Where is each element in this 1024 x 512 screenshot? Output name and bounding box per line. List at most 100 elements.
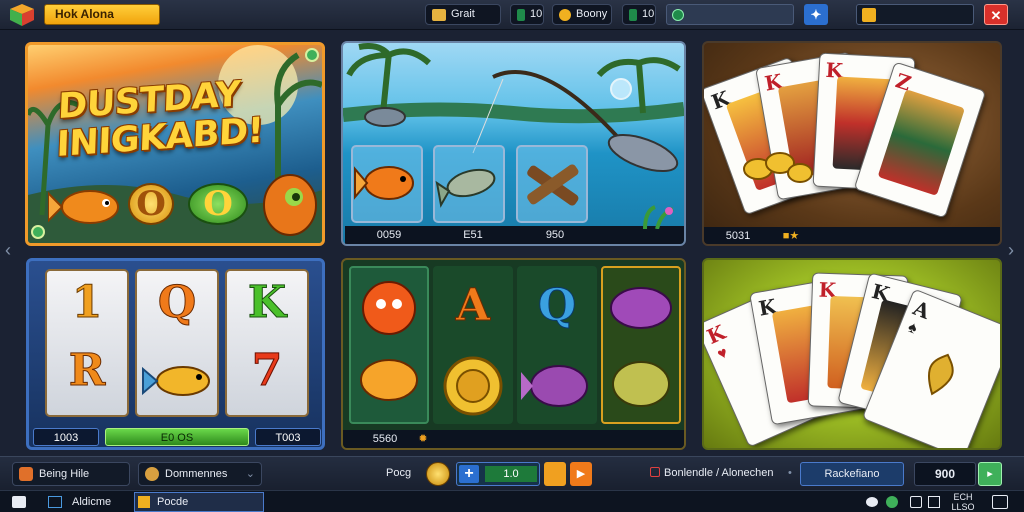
add-funds-button[interactable]: ▸ (978, 462, 1002, 486)
corner-gem-icon (31, 225, 45, 239)
card-art-icon (877, 89, 965, 196)
stat-1: 0059 (376, 229, 402, 241)
bonus-icon[interactable] (544, 462, 566, 486)
reel-3: K 7 (225, 269, 309, 417)
volume-icon[interactable] (910, 496, 922, 508)
purple-fish-icon (521, 365, 588, 407)
scroll-right-icon[interactable]: › (1008, 240, 1014, 261)
spade-suit-icon: ♠ (905, 318, 920, 338)
dommennes-label: Dommennes (165, 468, 228, 480)
being-hile-label: Being Hile (39, 468, 90, 480)
cards-value-bar: 5031 ■★ (704, 227, 1000, 244)
chevron-down-icon: ⌄ (245, 468, 255, 480)
fishing-stat-bar: 0059 E51 950 (345, 226, 684, 244)
bar-icon (517, 8, 525, 21)
fish-column-1 (349, 266, 429, 424)
window-icon[interactable] (48, 496, 62, 508)
letter-column-a: A (433, 266, 513, 424)
corner-gem-icon (305, 48, 319, 62)
orange-fish-face-icon (263, 174, 317, 236)
clock[interactable]: ECH LLSO (948, 492, 978, 512)
star-icon: ✹ (418, 433, 428, 445)
provider-field[interactable]: Rackefiano (800, 462, 904, 486)
orange-fish-faces-icon (360, 281, 418, 401)
game-cube-logo-icon[interactable] (8, 3, 36, 27)
slot-letter: A (455, 280, 491, 332)
heart-suit-icon: ♥ (714, 344, 731, 364)
reel-symbol: 1 (71, 277, 103, 329)
display-icon[interactable] (928, 496, 940, 508)
progress-value[interactable]: E0 OS (105, 428, 249, 446)
green-coin-o: O (188, 183, 248, 225)
counter-badge-2[interactable]: 10 (622, 4, 656, 25)
reel-2: Q (135, 269, 219, 417)
status-dot-icon (672, 9, 684, 21)
wallet-icon (862, 8, 876, 22)
plant-icon (643, 205, 674, 229)
game-tile-slot-machine[interactable]: 1 R Q K 7 1003 E0 OS T003 (26, 258, 325, 450)
reel-symbol: K (247, 277, 287, 329)
bet-amount-value: 1.0 (485, 466, 537, 482)
star-button[interactable]: ✦ (804, 4, 828, 25)
taskbar-item-aldicme[interactable]: Aldicme (72, 494, 111, 510)
reel-symbol: R (68, 345, 106, 397)
fish-slots-value-bar: 5560 ✹ (343, 430, 684, 448)
clock-time: ECH (953, 492, 973, 502)
grait-chip[interactable]: Grait (425, 4, 501, 25)
gold-fish-icon (142, 366, 210, 396)
pocg-label: Pocg (386, 467, 412, 479)
start-icon[interactable] (12, 496, 26, 508)
crossed-logs-icon (527, 164, 579, 206)
star-icon: ✦ (810, 7, 822, 22)
scroll-left-icon[interactable]: ‹ (5, 240, 11, 261)
boony-chip[interactable]: Boony (552, 4, 612, 25)
being-hile-button[interactable]: Being Hile (12, 462, 130, 486)
gift-icon (145, 467, 159, 481)
app-title: Hok Alona (44, 4, 160, 25)
stat-3: 950 (545, 229, 565, 241)
orange-fish-card[interactable] (351, 145, 423, 223)
silver-fish-card[interactable] (433, 145, 505, 223)
top-bar: Hok Alona Grait 10 Boony 10 ✦ ✕ (0, 0, 1024, 30)
notification-icon[interactable] (992, 495, 1008, 509)
orange-fish-icon (48, 190, 119, 224)
purple-and-green-fish-icon (610, 287, 672, 407)
boony-label: Boony (576, 8, 608, 20)
orange-fish-icon (354, 166, 414, 200)
slot-letter: Q (537, 280, 577, 332)
search-input[interactable] (666, 4, 794, 25)
notice-icon (650, 467, 660, 477)
bar-icon (629, 8, 637, 21)
reel-symbol: 7 (251, 345, 283, 397)
game-icon (138, 496, 150, 508)
separator-dot: • (788, 467, 792, 479)
crossed-logs-card[interactable] (516, 145, 588, 223)
letter-column-q: Q (517, 266, 597, 424)
counter-2-value: 10 (642, 8, 655, 20)
taskbar-item-pocde[interactable]: Pocde (134, 492, 264, 512)
game-tile-cards-brown[interactable]: K K K Z 5031 ■★ (702, 41, 1002, 246)
status-icon[interactable] (886, 496, 898, 508)
play-icon[interactable]: ▶ (570, 462, 592, 486)
game-tile-fish-slots[interactable]: A Q 5560 ✹ (341, 258, 686, 450)
network-icon[interactable] (866, 497, 878, 507)
bet-amount-field[interactable]: + 1.0 (456, 462, 540, 486)
close-button[interactable]: ✕ (984, 4, 1008, 25)
silver-fish-icon (435, 168, 496, 208)
reel-symbol: Q (157, 277, 197, 329)
cards-value: 5031 (725, 230, 751, 242)
plus-icon[interactable]: + (459, 465, 479, 483)
fish-column-4 (601, 266, 681, 424)
wallet-field[interactable] (856, 4, 974, 25)
grait-label: Grait (451, 8, 475, 20)
game-tile-fish-hero[interactable]: DUSTDAY INIGKABD! O O (25, 42, 325, 246)
star-icon: ■★ (782, 230, 800, 242)
dommennes-dropdown[interactable]: Dommennes ⌄ (138, 462, 262, 486)
right-value: T003 (255, 428, 321, 446)
coin-icon (426, 462, 450, 486)
game-tile-fishing[interactable]: 0059 E51 950 (341, 41, 686, 246)
balance-value: 900 (914, 462, 976, 486)
coin-icon (559, 8, 571, 21)
counter-badge-1[interactable]: 10 (510, 4, 544, 25)
game-tile-cards-green[interactable]: K ♥ K K K A ♠ (702, 258, 1002, 450)
